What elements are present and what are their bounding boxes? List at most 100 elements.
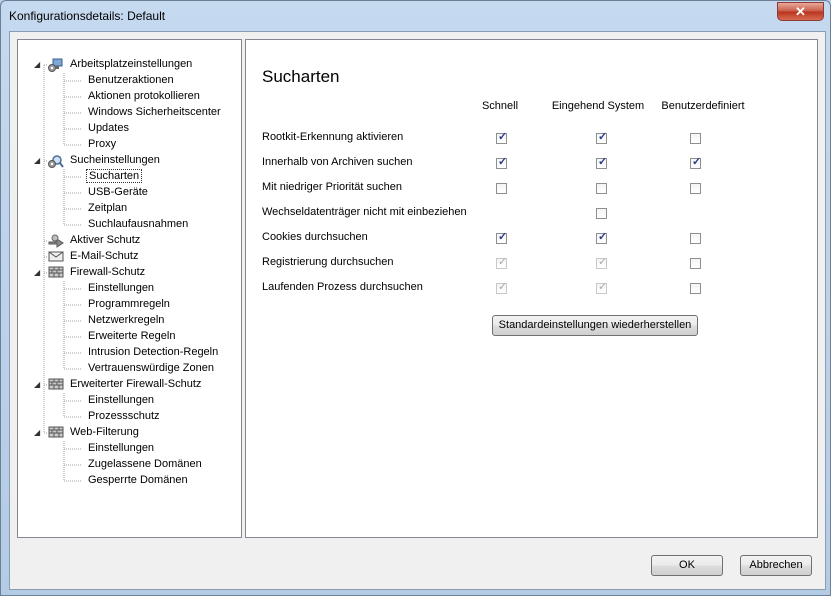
window-title: Konfigurationsdetails: Default — [9, 9, 166, 23]
tree-item-label: Proxy — [88, 138, 117, 150]
title-bar[interactable]: Konfigurationsdetails: Default ✕ — [1, 1, 830, 31]
tree-item-label: Windows Sicherheitscenter — [88, 106, 221, 118]
tree-leaf-item[interactable]: Programmregeln — [86, 297, 172, 312]
check-mark-icon: ✓ — [498, 231, 508, 243]
tree-leaf-item[interactable]: Vertrauenswürdige Zonen — [86, 361, 216, 376]
envelope-icon — [48, 250, 64, 262]
tree-leaf-item[interactable]: Windows Sicherheitscenter — [86, 105, 223, 120]
check-mark-icon: ✓ — [498, 281, 508, 293]
tree-leaf-item[interactable]: Einstellungen — [86, 393, 156, 408]
option-checkbox[interactable]: ✓ — [690, 156, 702, 169]
navigation-tree: ◢ Arbeitsplatzeinstellungen Benutzeraktion… — [17, 39, 242, 538]
tree-group-item[interactable]: ◢ Arbeitsplatzeinstellungen — [34, 57, 194, 72]
tree-item-label: Erweiterte Regeln — [88, 330, 176, 342]
tree-collapse-icon[interactable]: ◢ — [34, 377, 40, 392]
tree-group-item[interactable]: E-Mail-Schutz — [48, 249, 140, 264]
column-header: Schnell — [481, 100, 519, 112]
tree-item-label: Aktionen protokollieren — [88, 90, 200, 102]
tree-item-label: Zeitplan — [88, 202, 128, 214]
option-checkbox[interactable] — [690, 258, 701, 269]
tree-group-item[interactable]: ◢ Web-Filterung — [34, 425, 141, 440]
option-checkbox[interactable] — [596, 208, 607, 219]
tree-item-label: Sucharten — [86, 169, 143, 183]
tree-leaf-item[interactable]: Intrusion Detection-Regeln — [86, 345, 220, 360]
shield-arrow-icon — [48, 234, 64, 248]
tree-leaf-item[interactable]: Gesperrte Domänen — [86, 473, 190, 488]
tree-leaf-item[interactable]: Einstellungen — [86, 281, 156, 296]
tree-item-label: Gesperrte Domänen — [88, 474, 188, 486]
restore-defaults-button[interactable]: Standardeinstellungen wiederherstellen — [492, 315, 698, 336]
tree-item-label: Programmregeln — [88, 298, 170, 310]
tree-leaf-item[interactable]: Prozessschutz — [86, 409, 162, 424]
option-checkbox: ✓ — [496, 256, 508, 269]
tree-item-label: Vertrauenswürdige Zonen — [88, 362, 214, 374]
tree-group-item[interactable]: ◢ Firewall-Schutz — [34, 265, 147, 280]
check-mark-icon: ✓ — [598, 281, 608, 293]
brick-wall-icon — [48, 426, 64, 438]
tree-item-label: Benutzeraktionen — [88, 74, 174, 86]
tree-item-label: Firewall-Schutz — [70, 266, 146, 278]
check-mark-icon: ✓ — [598, 256, 608, 268]
tree-collapse-icon[interactable]: ◢ — [34, 265, 40, 280]
tree-leaf-item[interactable]: Sucharten — [86, 169, 143, 184]
option-checkbox[interactable] — [690, 183, 701, 194]
brick-wall-icon — [48, 378, 64, 390]
tree-item-label: Aktiver Schutz — [70, 234, 141, 246]
option-checkbox[interactable] — [496, 183, 507, 194]
tree-item-label: Sucheinstellungen — [70, 154, 160, 166]
option-checkbox[interactable] — [690, 233, 701, 244]
option-label: Registrierung durchsuchen — [262, 256, 394, 268]
option-checkbox: ✓ — [596, 256, 608, 269]
option-checkbox[interactable]: ✓ — [496, 131, 507, 144]
option-checkbox[interactable]: ✓ — [496, 156, 507, 169]
option-checkbox[interactable] — [690, 283, 701, 294]
tree-leaf-item[interactable]: USB-Geräte — [86, 185, 150, 200]
tree-item-label: USB-Geräte — [88, 186, 148, 198]
tree-collapse-icon[interactable]: ◢ — [34, 425, 40, 440]
check-mark-icon: ✓ — [692, 156, 702, 168]
tree-leaf-item[interactable]: Proxy — [86, 137, 118, 152]
cancel-button[interactable]: Abbrechen — [740, 555, 812, 576]
check-mark-icon: ✓ — [598, 131, 608, 143]
tree-group-item[interactable]: ◢ Sucheinstellungen — [34, 153, 162, 168]
option-checkbox[interactable]: ✓ — [596, 156, 607, 169]
tree-leaf-item[interactable]: Zeitplan — [86, 201, 129, 216]
tree-item-label: Einstellungen — [88, 282, 155, 294]
option-checkbox[interactable]: ✓ — [596, 231, 607, 244]
tree-leaf-item[interactable]: Einstellungen — [86, 441, 156, 456]
option-label: Wechseldatenträger nicht mit einbeziehen — [262, 206, 467, 218]
column-header: Benutzerdefiniert — [661, 100, 745, 112]
ok-button[interactable]: OK — [651, 555, 723, 576]
option-checkbox[interactable]: ✓ — [496, 231, 508, 244]
tree-leaf-item[interactable]: Benutzeraktionen — [86, 73, 176, 88]
tree-group-item[interactable]: ◢ Erweiterter Firewall-Schutz — [34, 377, 203, 392]
option-checkbox: ✓ — [596, 281, 608, 294]
option-label: Mit niedriger Priorität suchen — [262, 181, 403, 193]
close-button[interactable]: ✕ — [777, 2, 824, 21]
magnifier-gear-icon — [48, 154, 64, 168]
tree-item-label: E-Mail-Schutz — [70, 250, 139, 262]
tree-leaf-item[interactable]: Zugelassene Domänen — [86, 457, 204, 472]
check-mark-icon: ✓ — [498, 256, 508, 268]
tree-leaf-item[interactable]: Aktionen protokollieren — [86, 89, 202, 104]
section-title: Sucharten — [262, 67, 340, 86]
option-checkbox[interactable] — [690, 133, 701, 144]
dialog-client-area: ◢ Arbeitsplatzeinstellungen Benutzeraktion… — [9, 31, 826, 590]
option-checkbox: ✓ — [496, 281, 508, 294]
tree-leaf-item[interactable]: Suchlaufausnahmen — [86, 217, 190, 232]
tree-collapse-icon[interactable]: ◢ — [34, 153, 40, 168]
tree-collapse-icon[interactable]: ◢ — [34, 57, 40, 72]
tree-leaf-item[interactable]: Netzwerkregeln — [86, 313, 166, 328]
option-label: Cookies durchsuchen — [262, 231, 368, 243]
close-icon: ✕ — [795, 4, 806, 19]
option-checkbox[interactable] — [596, 183, 607, 194]
tree-leaf-item[interactable]: Updates — [86, 121, 131, 136]
tree-item-label: Web-Filterung — [70, 426, 139, 438]
option-label: Rootkit-Erkennung aktivieren — [262, 131, 404, 143]
tree-leaf-item[interactable]: Erweiterte Regeln — [86, 329, 177, 344]
tree-item-label: Netzwerkregeln — [88, 314, 165, 326]
tree-item-label: Suchlaufausnahmen — [88, 218, 189, 230]
tree-group-item[interactable]: Aktiver Schutz — [48, 233, 142, 248]
option-checkbox[interactable]: ✓ — [596, 131, 608, 144]
tree-item-label: Arbeitsplatzeinstellungen — [70, 58, 193, 70]
